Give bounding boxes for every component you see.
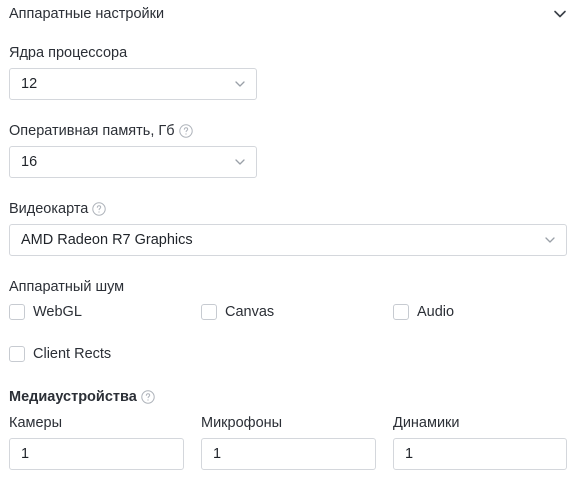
checkbox-label: Canvas — [225, 304, 275, 320]
chevron-down-icon — [545, 237, 555, 243]
cameras-input[interactable] — [9, 438, 184, 470]
checkbox-box[interactable] — [393, 304, 409, 320]
checkbox-box[interactable] — [9, 346, 25, 362]
ram-label-text: Оперативная память, Гб — [9, 123, 175, 139]
gpu-select[interactable]: AMD Radeon R7 Graphics — [9, 224, 567, 256]
speakers-label: Динамики — [393, 415, 460, 431]
gpu-label-text: Видеокарта — [9, 201, 89, 217]
checkbox-client-rects[interactable]: Client Rects — [9, 346, 111, 362]
checkbox-label: Client Rects — [33, 346, 112, 362]
cpu-cores-label: Ядра процессора — [9, 45, 127, 61]
checkbox-label: WebGL — [33, 304, 82, 320]
ram-label: Оперативная память, Гб — [9, 123, 193, 139]
cpu-cores-value: 12 — [21, 76, 38, 92]
checkbox-audio[interactable]: Audio — [393, 304, 454, 320]
ram-select[interactable]: 16 — [9, 146, 257, 178]
gpu-label: Видеокарта — [9, 201, 107, 217]
cameras-label: Камеры — [9, 415, 63, 431]
hardware-noise-label: Аппаратный шум — [9, 279, 124, 295]
hardware-noise-label-text: Аппаратный шум — [9, 279, 125, 295]
chevron-down-icon — [235, 81, 245, 87]
ram-value: 16 — [21, 154, 38, 170]
cpu-cores-label-text: Ядра процессора — [9, 45, 128, 61]
checkbox-webgl[interactable]: WebGL — [9, 304, 82, 320]
checkbox-canvas[interactable]: Canvas — [201, 304, 274, 320]
section-title: Аппаратные настройки — [9, 6, 165, 22]
cpu-cores-select[interactable]: 12 — [9, 68, 257, 100]
checkbox-box[interactable] — [201, 304, 217, 320]
checkbox-label: Audio — [417, 304, 455, 320]
checkbox-box[interactable] — [9, 304, 25, 320]
gpu-value: AMD Radeon R7 Graphics — [21, 232, 193, 248]
chevron-down-icon[interactable] — [551, 5, 569, 23]
help-icon[interactable] — [92, 202, 107, 216]
microphones-label: Микрофоны — [201, 415, 283, 431]
chevron-down-icon — [235, 159, 245, 165]
help-icon[interactable] — [178, 124, 193, 138]
media-devices-label-text: Медиаустройства — [9, 389, 137, 405]
media-devices-label: Медиаустройства — [9, 389, 155, 405]
hardware-settings-panel: Аппаратные настройки Ядра процессора 12 … — [0, 0, 576, 478]
speakers-input[interactable] — [393, 438, 567, 470]
help-icon[interactable] — [141, 390, 155, 404]
microphones-input[interactable] — [201, 438, 376, 470]
